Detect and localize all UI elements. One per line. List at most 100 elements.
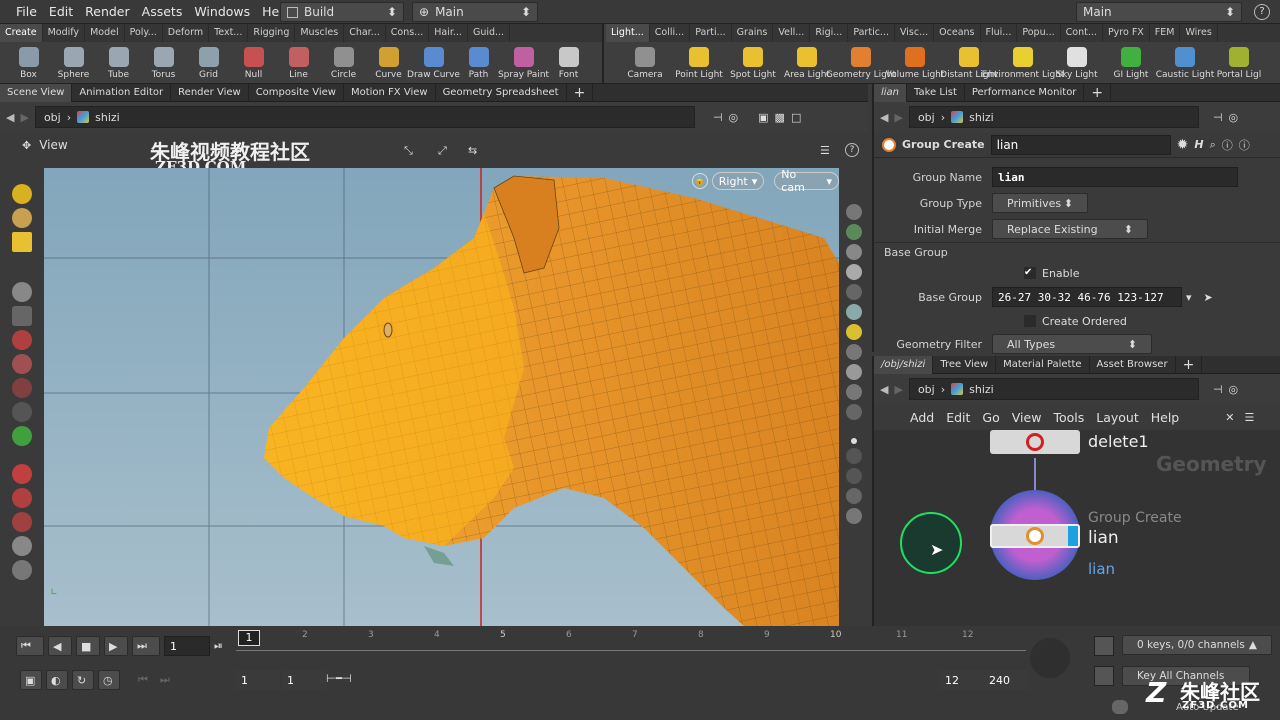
brush-icon[interactable]	[12, 536, 32, 556]
square-icon[interactable]: □	[791, 111, 801, 124]
range-slider-icon[interactable]: ⊢━⊣	[326, 672, 352, 685]
tool-spot-light[interactable]: Spot Light	[726, 42, 780, 84]
playhead[interactable]: 1	[238, 630, 260, 646]
link-icon[interactable]: ◎	[1229, 383, 1239, 396]
select-tool-icon[interactable]: ⤡	[404, 144, 413, 158]
display-flag[interactable]	[1068, 526, 1078, 546]
shelf-tab-hair[interactable]: Hair...	[429, 24, 468, 42]
tool-sphere[interactable]: Sphere	[51, 42, 96, 84]
shelf-tab-pyro-fx[interactable]: Pyro FX	[1103, 24, 1150, 42]
shelf-tab-partic[interactable]: Partic...	[848, 24, 895, 42]
pencil-icon[interactable]	[846, 468, 862, 484]
node-lian[interactable]	[990, 524, 1080, 548]
geo-display-icon[interactable]	[846, 344, 862, 360]
shelf-tab-deform[interactable]: Deform	[163, 24, 210, 42]
tool-camera[interactable]: Camera	[618, 42, 672, 84]
pose-icon[interactable]	[12, 354, 32, 374]
link-icon[interactable]: ◎	[1229, 111, 1239, 124]
network-canvas[interactable]: Geometry delete1 Group Create lian lian …	[874, 430, 1280, 626]
tab-motion-fx-view[interactable]: Motion FX View	[344, 83, 436, 102]
group-type-menu[interactable]: Primitives ⬍	[992, 193, 1088, 213]
shelf-tab-cont[interactable]: Cont...	[1061, 24, 1103, 42]
tab-obj-shizi[interactable]: /obj/shizi	[874, 355, 934, 374]
camera-tool-icon[interactable]	[12, 560, 32, 580]
menu-render[interactable]: Render	[79, 0, 136, 24]
shelf-tab-visc[interactable]: Visc...	[895, 24, 935, 42]
group-name-field[interactable]: lian	[992, 167, 1238, 187]
range-icon[interactable]: ▣	[20, 670, 42, 690]
menu-assets[interactable]: Assets	[136, 0, 189, 24]
handle-icon[interactable]	[12, 282, 32, 302]
tool-gi-light[interactable]: GI Light	[1104, 42, 1158, 84]
shelf-tab-create[interactable]: Create	[0, 24, 43, 42]
shade-icon[interactable]	[846, 284, 862, 300]
lock-cam-icon[interactable]: 🔒	[692, 173, 708, 189]
shelf-tab-wires[interactable]: Wires	[1180, 24, 1218, 42]
shelf-tab-vell[interactable]: Vell...	[773, 24, 811, 42]
tab-lian[interactable]: lian	[874, 83, 908, 102]
tab-scene-view[interactable]: Scene View	[0, 83, 73, 102]
snap-3-icon[interactable]	[12, 512, 32, 532]
gear-icon[interactable]: ✹	[1177, 137, 1189, 153]
tool-font[interactable]: Font	[546, 42, 591, 84]
range-start2-field[interactable]: 1	[282, 670, 326, 690]
move-icon[interactable]	[12, 208, 32, 228]
add-tab-icon[interactable]: +	[567, 83, 594, 102]
tool-portal-ligl[interactable]: Portal Ligl	[1212, 42, 1266, 84]
stop-icon[interactable]: ■	[76, 636, 100, 656]
blank-tool-icon[interactable]	[12, 402, 32, 422]
select-arrow-icon[interactable]: ➤	[1204, 291, 1213, 304]
param-help-icon[interactable]: ⓘ	[1239, 137, 1250, 153]
net-menu-layout[interactable]: Layout	[1090, 410, 1145, 425]
normals-icon[interactable]	[846, 384, 862, 400]
no-cam-dropdown[interactable]: No cam ▾	[774, 168, 839, 194]
shelf-tab-poly[interactable]: Poly...	[125, 24, 163, 42]
numbers-icon[interactable]	[846, 488, 862, 504]
geometry-filter-menu[interactable]: All Types ⬍	[992, 334, 1152, 354]
texture-icon[interactable]	[846, 364, 862, 380]
back-arrow-icon[interactable]: ◀	[880, 111, 888, 124]
link-icon[interactable]: ◎	[729, 111, 739, 124]
hand-icon[interactable]	[846, 508, 862, 524]
range-start-field[interactable]: 1	[236, 670, 280, 690]
range-end2-field[interactable]: 240	[984, 670, 1028, 690]
tab-geometry-spreadsheet[interactable]: Geometry Spreadsheet	[436, 83, 567, 102]
cube-icon[interactable]: ▣	[758, 111, 768, 124]
base-group-dropdown-icon[interactable]: ▾	[1186, 291, 1192, 304]
shelf-tab-model[interactable]: Model	[85, 24, 125, 42]
lock-view-icon[interactable]	[846, 244, 862, 260]
tool-point-light[interactable]: Point Light	[672, 42, 726, 84]
tool-line[interactable]: Line	[276, 42, 321, 84]
tool-grid[interactable]: Grid	[186, 42, 231, 84]
tool-circle[interactable]: Circle	[321, 42, 366, 84]
add-tab-icon[interactable]: +	[1176, 355, 1203, 374]
enable-checkbox[interactable]: ✔	[1024, 267, 1036, 279]
tool-environment-light[interactable]: Environment Light	[982, 42, 1064, 84]
network-path-field[interactable]: obj › shizi	[908, 378, 1199, 400]
pin-icon[interactable]: ⊣	[713, 111, 723, 124]
shelf-tab-popu[interactable]: Popu...	[1017, 24, 1061, 42]
tab-asset-browser[interactable]: Asset Browser	[1090, 355, 1176, 374]
step-icon[interactable]: ⏯	[214, 639, 223, 653]
range-end-field[interactable]: 12	[940, 670, 984, 690]
rotate-icon[interactable]	[12, 232, 32, 252]
measure-icon[interactable]	[846, 448, 862, 464]
shelf-tab-cons[interactable]: Cons...	[386, 24, 430, 42]
net-menu-help[interactable]: Help	[1145, 410, 1186, 425]
play-back-icon[interactable]: ◀	[48, 636, 72, 656]
shelf-tab-char[interactable]: Char...	[344, 24, 386, 42]
desktop-main-dropdown[interactable]: Main ⬍	[1076, 2, 1242, 22]
realtime-icon[interactable]: ◷	[98, 670, 120, 690]
net-menu-edit[interactable]: Edit	[940, 410, 976, 425]
wrench-icon[interactable]: ✕	[1225, 411, 1234, 424]
shelf-tab-rigging[interactable]: Rigging	[248, 24, 296, 42]
jump-end-icon[interactable]: ⏭	[132, 636, 160, 656]
frame-ruler[interactable]: 1 2 3 4 5 6 7 8 9 10 11 12	[236, 630, 1026, 656]
tab-material-palette[interactable]: Material Palette	[996, 355, 1090, 374]
back-arrow-icon[interactable]: ◀	[880, 383, 888, 396]
points-icon[interactable]	[846, 404, 862, 420]
viewer-path-field[interactable]: obj › shizi	[34, 106, 695, 128]
sculpt-icon[interactable]	[12, 426, 32, 446]
jump-start-icon[interactable]: ⏮	[16, 636, 44, 656]
tool-volume-light[interactable]: Volume Light	[886, 42, 944, 84]
